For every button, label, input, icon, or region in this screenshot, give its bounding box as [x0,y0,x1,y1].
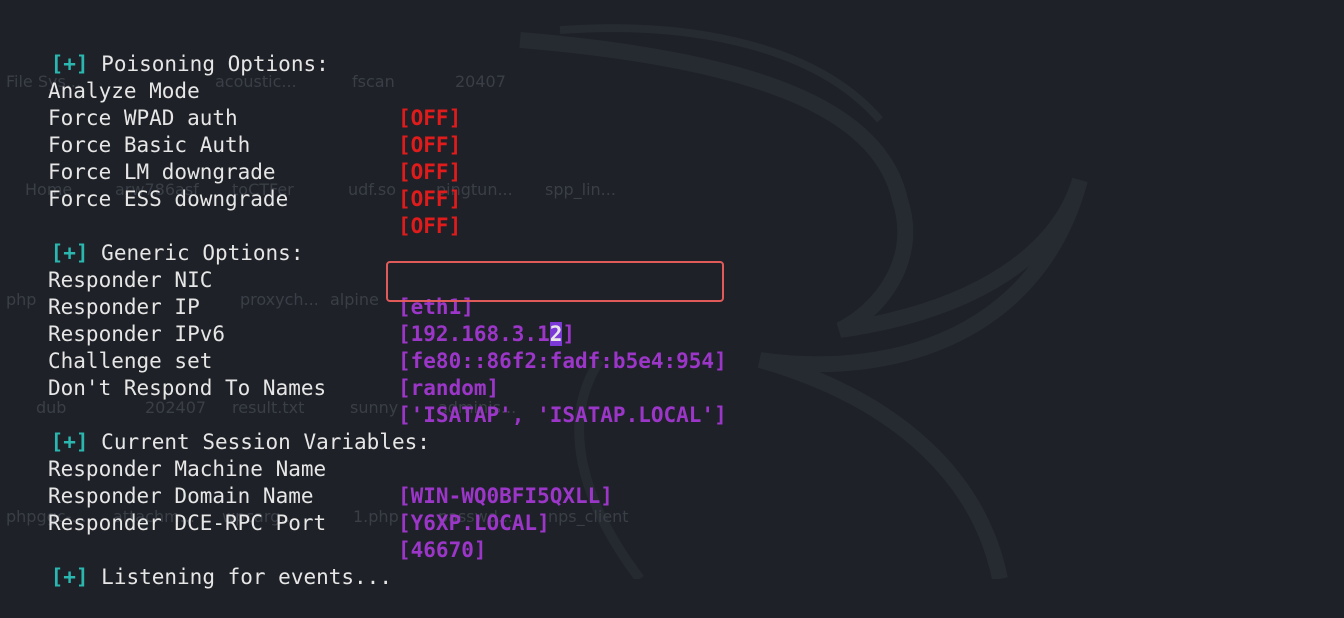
section-title: Current Session Variables: [101,430,430,454]
option-row: Responder DCE-RPC Port [46670] [0,483,487,562]
option-name: Responder IPv6 [48,322,226,346]
option-value: [OFF] [398,133,462,157]
status-prefix: [+] [50,241,89,265]
option-name: Force LM downgrade [48,160,276,184]
option-row: Force WPAD auth [OFF] [0,78,461,157]
option-value: [fe80::86f2:fadf:b5e4:954] [398,349,727,373]
option-value: [OFF] [398,214,462,238]
option-row-responder-ip: Responder IP [192.168.3.12] [0,267,575,346]
option-value-ip[interactable]: [192.168.3.12] [398,321,575,348]
option-row: Analyze Mode [OFF] [0,51,461,130]
section-title: Poisoning Options: [101,52,329,76]
option-row: Responder Domain Name [Y6XP.LOCAL] [0,456,550,535]
option-name: Responder Machine Name [48,457,327,481]
option-row: Challenge set [random] [0,321,499,400]
option-row: Responder Machine Name [WIN-WQ0BFI5QXLL] [0,429,613,508]
option-name: Challenge set [48,349,213,373]
option-value: [OFF] [398,106,462,130]
option-value: [OFF] [398,187,462,211]
status-prefix: [+] [50,565,89,589]
option-name: Responder IP [48,295,200,319]
section-header-session: [+] Current Session Variables: [0,402,430,454]
section-title: Generic Options: [101,241,304,265]
option-name: Analyze Mode [48,79,200,103]
section-header-generic: [+] Generic Options: [0,213,304,265]
option-value: [random] [398,376,500,400]
option-value: [WIN-WQ0BFI5QXLL] [398,484,613,508]
ip-value-close: ] [562,322,576,346]
option-value: [OFF] [398,160,462,184]
option-value: [46670] [398,538,487,562]
text-cursor: 2 [549,322,563,346]
terminal-output[interactable]: [+] Poisoning Options: Analyze Mode [OFF… [0,0,1344,589]
option-name: Responder Domain Name [48,484,314,508]
status-prefix: [+] [50,430,89,454]
option-name: Force WPAD auth [48,106,238,130]
ip-value-text: [192.168.3.1 [398,322,550,346]
annotation-highlight-box [386,261,724,302]
option-value: ['ISATAP', 'ISATAP.LOCAL'] [398,403,727,427]
section-header-poisoning: [+] Poisoning Options: [0,24,329,76]
option-row: Responder NIC [eth1] [0,240,474,319]
status-prefix: [+] [50,52,89,76]
section-header-listening: [+] Listening for events... [0,537,392,589]
option-name: Responder NIC [48,268,213,292]
option-row: Responder IPv6 [fe80::86f2:fadf:b5e4:954… [0,294,727,373]
option-row: Force LM downgrade [OFF] [0,132,461,211]
option-name: Force ESS downgrade [48,187,289,211]
option-name: Don't Respond To Names [48,376,327,400]
option-row: Don't Respond To Names ['ISATAP', 'ISATA… [0,348,727,427]
option-row: Force Basic Auth [OFF] [0,105,461,184]
option-row: Force ESS downgrade [OFF] [0,159,461,238]
option-name: Responder DCE-RPC Port [48,511,327,535]
option-value: [Y6XP.LOCAL] [398,511,550,535]
option-name: Force Basic Auth [48,133,251,157]
section-title: Listening for events... [101,565,392,589]
